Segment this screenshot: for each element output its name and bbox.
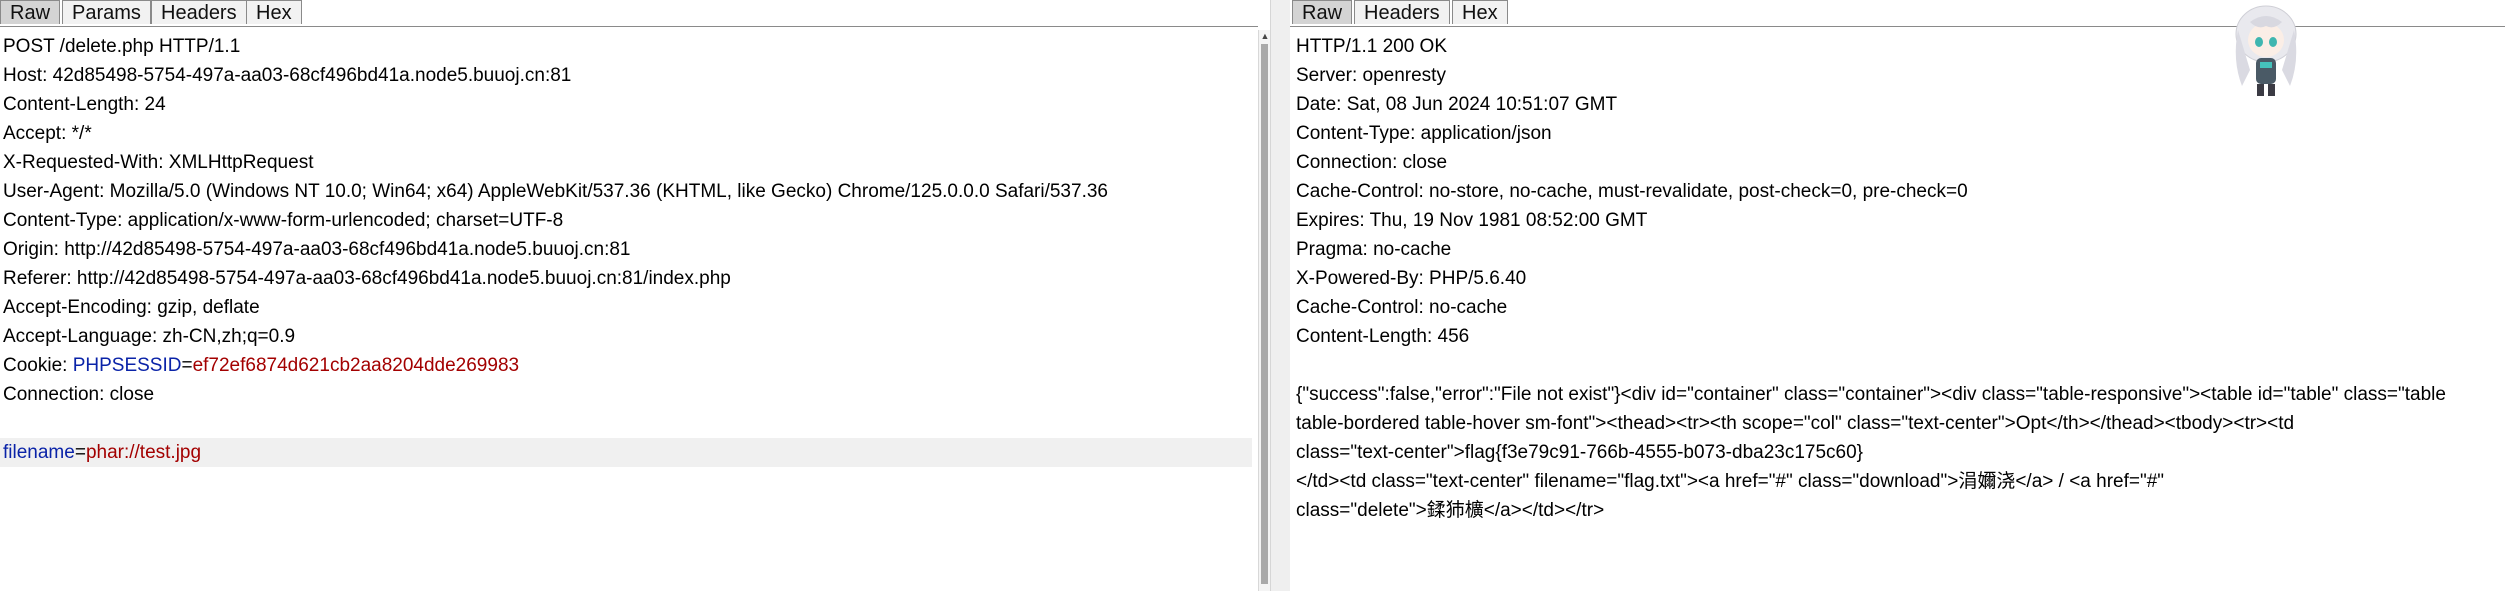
request-line: Content-Type: application/x-www-form-url… xyxy=(3,210,564,231)
response-line: Cache-Control: no-store, no-cache, must-… xyxy=(1296,181,1968,202)
request-line: Origin: http://42d85498-5754-497a-aa03-6… xyxy=(3,239,631,260)
response-line: {"success":false,"error":"File not exist… xyxy=(1296,384,2446,405)
response-editor[interactable]: HTTP/1.1 200 OK Server: openresty Date: … xyxy=(1290,30,2505,591)
response-line: Server: openresty xyxy=(1296,65,1446,86)
request-line: Accept-Encoding: gzip, deflate xyxy=(3,297,260,318)
request-line: POST /delete.php HTTP/1.1 xyxy=(3,36,241,57)
response-line: Content-Length: 456 xyxy=(1296,326,1470,347)
mascot-sticker-image xyxy=(2235,5,2297,96)
cookie-name: PHPSESSID xyxy=(72,355,182,376)
response-line: class="delete">鍒犻櫎</a></td></tr> xyxy=(1296,500,1605,521)
request-tab-headers[interactable]: Headers xyxy=(151,0,247,24)
response-line: Cache-Control: no-cache xyxy=(1296,297,1508,318)
cookie-line: Cookie: PHPSESSID=ef72ef6874d621cb2aa820… xyxy=(3,351,519,380)
request-line: Host: 42d85498-5754-497a-aa03-68cf496bd4… xyxy=(3,65,572,86)
response-tab-hex[interactable]: Hex xyxy=(1452,0,1508,24)
response-pane: Raw Headers Hex HTTP/1.1 200 OK Server: … xyxy=(1290,0,2505,591)
response-line: X-Powered-By: PHP/5.6.40 xyxy=(1296,268,1527,289)
response-tabbar: Raw Headers Hex xyxy=(1290,0,2505,27)
request-editor[interactable]: POST /delete.php HTTP/1.1 Host: 42d85498… xyxy=(0,30,1258,591)
response-line: HTTP/1.1 200 OK xyxy=(1296,36,1448,57)
request-tabbar: Raw Params Headers Hex xyxy=(0,0,1258,27)
response-line: Content-Type: application/json xyxy=(1296,123,1552,144)
request-pane: Raw Params Headers Hex POST /delete.php … xyxy=(0,0,1271,591)
request-tab-raw[interactable]: Raw xyxy=(0,0,61,24)
request-tab-params[interactable]: Params xyxy=(62,0,151,24)
request-line: Referer: http://42d85498-5754-497a-aa03-… xyxy=(3,268,731,289)
cookie-value: ef72ef6874d621cb2aa8204dde269983 xyxy=(192,355,520,376)
param-equals: = xyxy=(74,442,86,463)
response-line: Pragma: no-cache xyxy=(1296,239,1452,260)
cookie-prefix: Cookie: xyxy=(3,355,73,376)
response-line: </td><td class="text-center" filename="f… xyxy=(1296,471,2165,492)
request-line: X-Requested-With: XMLHttpRequest xyxy=(3,152,314,173)
response-tab-raw[interactable]: Raw xyxy=(1292,0,1353,24)
scrollbar-thumb[interactable] xyxy=(1261,44,1268,584)
request-line: Content-Length: 24 xyxy=(3,94,166,115)
response-tab-headers[interactable]: Headers xyxy=(1354,0,1450,24)
request-line: Accept: */* xyxy=(3,123,92,144)
pane-splitter[interactable] xyxy=(1270,0,1292,591)
response-line: Expires: Thu, 19 Nov 1981 08:52:00 GMT xyxy=(1296,210,1648,231)
request-tab-hex[interactable]: Hex xyxy=(246,0,302,24)
param-name: filename xyxy=(3,442,75,463)
body-line: filename=phar://test.jpg xyxy=(3,438,201,467)
response-line: table-bordered table-hover sm-font"><the… xyxy=(1296,413,2295,434)
response-line: Date: Sat, 08 Jun 2024 10:51:07 GMT xyxy=(1296,94,1618,115)
cookie-equals: = xyxy=(181,355,193,376)
response-line: class="text-center">flag{f3e79c91-766b-4… xyxy=(1296,442,1864,463)
scroll-up-arrow-icon[interactable]: ▲ xyxy=(1260,30,1270,42)
request-line: User-Agent: Mozilla/5.0 (Windows NT 10.0… xyxy=(3,181,1108,202)
param-value: phar://test.jpg xyxy=(85,442,202,463)
response-line: Connection: close xyxy=(1296,152,1448,173)
request-line: Connection: close xyxy=(3,384,155,405)
request-line: Accept-Language: zh-CN,zh;q=0.9 xyxy=(3,326,296,347)
